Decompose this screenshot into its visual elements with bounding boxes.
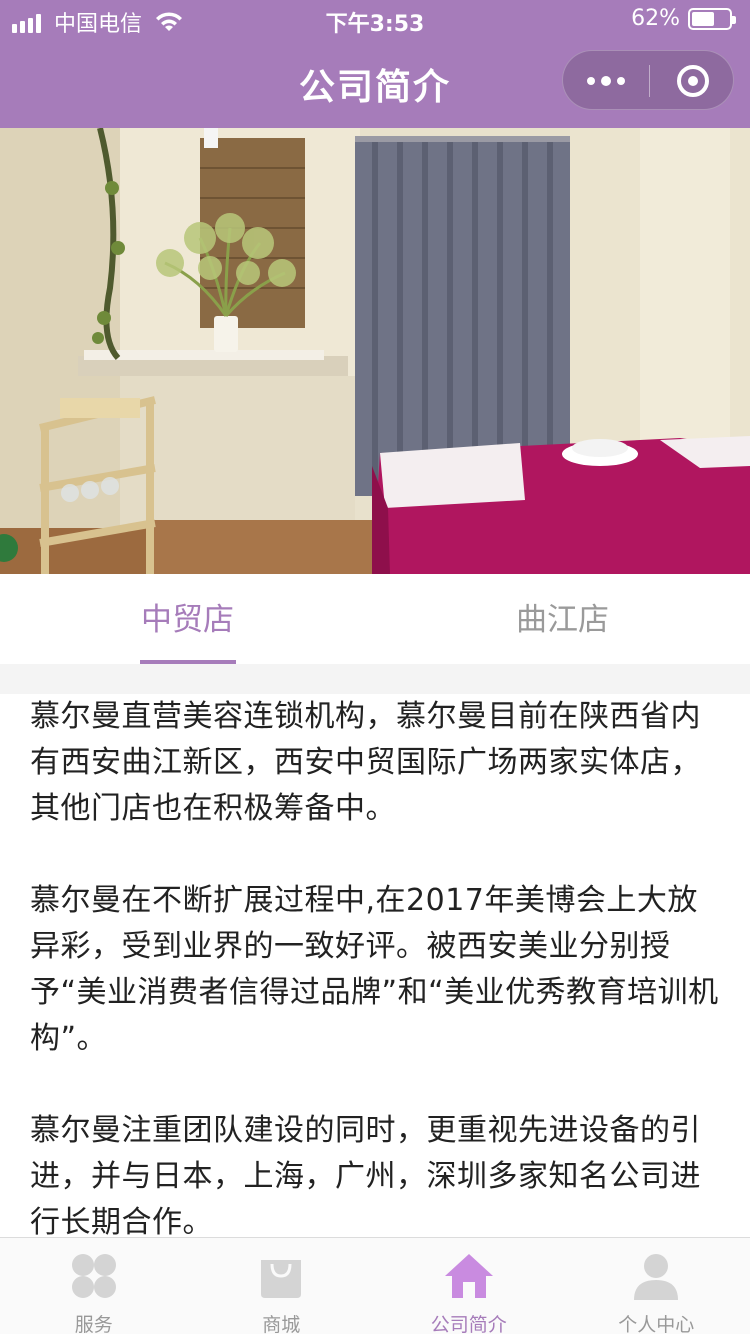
intro-paragraph: 慕尔曼在不断扩展过程中,在2017年美博会上大放异彩，受到业界的一致好评。被西安… (30, 883, 719, 1056)
more-menu-button[interactable] (563, 51, 649, 111)
user-icon (630, 1250, 682, 1302)
grid-flower-icon (68, 1250, 120, 1302)
tab-qujiang-store[interactable]: 曲江店 (375, 574, 750, 664)
home-icon (443, 1250, 495, 1302)
intro-paragraph: 慕尔曼注重团队建设的同时，更重视先进设备的引进，并与日本，上海，广州，深圳多家知… (30, 1113, 701, 1237)
tabbar-label: 个人中心 (618, 1314, 695, 1334)
section-divider (0, 664, 750, 694)
status-bar: 中国电信 下午3:53 62% (0, 0, 750, 40)
tab-zhongmao-store[interactable]: 中贸店 (0, 574, 375, 664)
tabbar-item-company-intro[interactable]: 公司简介 (375, 1238, 563, 1334)
store-photo (0, 128, 750, 574)
battery-percent: 62% (631, 6, 680, 31)
battery-fill (692, 11, 715, 26)
tabbar-label: 公司简介 (430, 1314, 507, 1334)
header-bar: 中国电信 下午3:53 62% 公司简介 (0, 0, 750, 128)
more-dots-icon (587, 77, 595, 85)
intro-paragraph: 慕尔曼直营美容连锁机构，慕尔曼目前在陕西省内有西安曲江新区，西安中贸国际广场两家… (30, 699, 701, 826)
store-tabs: 中贸店 曲江店 (0, 574, 750, 664)
target-icon (676, 65, 709, 97)
miniprogram-capsule (562, 50, 734, 110)
battery-icon (688, 7, 736, 30)
tabbar-item-profile[interactable]: 个人中心 (563, 1238, 750, 1334)
bottom-tab-bar: 服务 商城 公司简介 个人中心 (0, 1237, 750, 1334)
tabbar-label: 商城 (262, 1314, 301, 1334)
tabbar-item-mall[interactable]: 商城 (188, 1238, 376, 1334)
status-right: 62% (631, 6, 736, 31)
tabbar-label: 服务 (74, 1314, 113, 1334)
close-miniprogram-button[interactable] (650, 51, 735, 111)
shopping-bag-icon (255, 1250, 307, 1302)
tabbar-item-services[interactable]: 服务 (0, 1238, 188, 1334)
company-intro: 慕尔曼直营美容连锁机构，慕尔曼目前在陕西省内有西安曲江新区，西安中贸国际广场两家… (30, 694, 720, 1237)
